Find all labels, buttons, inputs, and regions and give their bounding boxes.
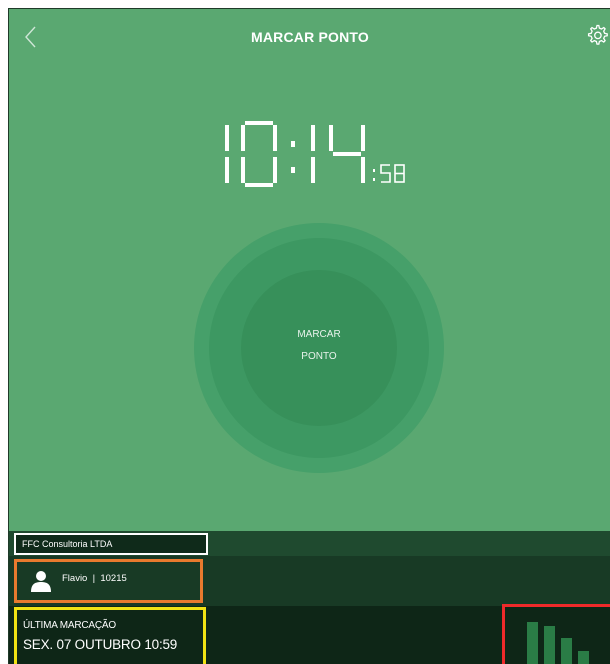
user-info: Flavio | 10215 [14, 559, 203, 603]
digital-clock [225, 121, 405, 187]
punch-button-label[interactable]: MARCAR PONTO [241, 324, 397, 368]
settings-button[interactable] [583, 22, 610, 50]
company-name: FFC Consultoria LTDA [14, 533, 208, 555]
header-bar: MARCAR PONTO [9, 9, 610, 65]
last-punch-label: ÚLTIMA MARCAÇÃO [23, 620, 116, 631]
punch-label-line1: MARCAR [297, 329, 341, 340]
user-name-id: Flavio | 10215 [62, 573, 127, 584]
app-screen: MARCAR PONTO MARCAR PONTO FFC Consultori… [8, 8, 610, 664]
punch-label-line2: PONTO [301, 351, 337, 362]
signal-bars-icon [527, 622, 589, 664]
last-punch-info: ÚLTIMA MARCAÇÃO SEX. 07 OUTUBRO 10:59 [14, 607, 206, 664]
signal-indicator [502, 604, 610, 664]
gear-icon [587, 24, 608, 45]
page-title: MARCAR PONTO [250, 29, 370, 45]
user-icon [31, 571, 51, 592]
last-punch-value: SEX. 07 OUTUBRO 10:59 [23, 637, 178, 652]
